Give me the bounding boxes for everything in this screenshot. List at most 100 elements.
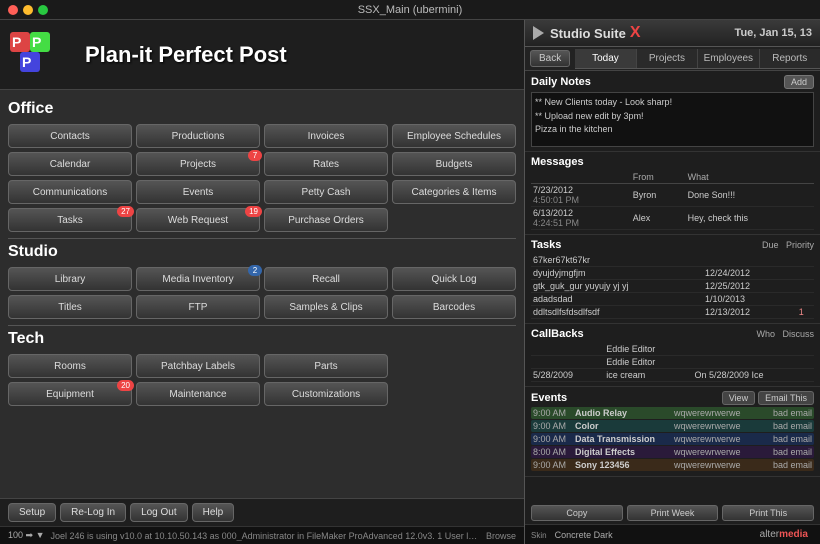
- messages-section: Messages From What 7/23/20124:50:01 PMBy…: [525, 152, 820, 235]
- office-btn-productions[interactable]: Productions: [136, 124, 260, 148]
- task-row[interactable]: gtk_guk_gur yuyujy yj yj12/25/2012: [531, 280, 814, 293]
- callback-row[interactable]: 5/28/2009ice creamOn 5/28/2009 Ice: [531, 369, 814, 382]
- event-row[interactable]: 9:00 AMSony 123456wqwerewrwerwebad email: [531, 459, 814, 471]
- logout-button[interactable]: Log Out: [130, 503, 188, 522]
- task-row[interactable]: 67ker67kt67kr: [531, 254, 814, 267]
- nav-tabs: Today Projects Employees Reports: [575, 49, 820, 69]
- office-btn-rates[interactable]: Rates: [264, 152, 388, 176]
- tech-btn-equipment[interactable]: Equipment20: [8, 382, 132, 406]
- add-daily-note-button[interactable]: Add: [784, 75, 814, 89]
- status-bar: 100 ➡ ▼ Joel 246 is using v10.0 at 10.10…: [0, 526, 524, 544]
- studio-btn-ftp[interactable]: FTP: [136, 295, 260, 319]
- studio-btn-media-inventory[interactable]: Media Inventory2: [136, 267, 260, 291]
- studio-btn-samples-&-clips[interactable]: Samples & Clips: [264, 295, 388, 319]
- task-row[interactable]: adadsdad1/10/2013: [531, 293, 814, 306]
- task-row[interactable]: dyujdyjmgfjm12/24/2012: [531, 267, 814, 280]
- studio-btn-titles[interactable]: Titles: [8, 295, 132, 319]
- studio-btn-quick-log[interactable]: Quick Log: [392, 267, 516, 291]
- events-email-button[interactable]: Email This: [758, 391, 814, 405]
- studio-btn-recall[interactable]: Recall: [264, 267, 388, 291]
- tech-btn-maintenance[interactable]: Maintenance: [136, 382, 260, 406]
- event-row[interactable]: 9:00 AMColorwqwerewrwerwebad email: [531, 420, 814, 432]
- close-button[interactable]: [8, 5, 18, 15]
- msg-col-what: What: [686, 171, 814, 184]
- message-row[interactable]: 6/13/20124:24:51 PMAlexHey, check this: [531, 207, 814, 230]
- office-btn-budgets[interactable]: Budgets: [392, 152, 516, 176]
- office-btn-calendar[interactable]: Calendar: [8, 152, 132, 176]
- tech-button-grid: RoomsPatchbay LabelsParts Equipment20Main…: [8, 354, 516, 406]
- office-btn-invoices[interactable]: Invoices: [264, 124, 388, 148]
- back-button[interactable]: Back: [530, 50, 570, 67]
- tab-today[interactable]: Today: [575, 49, 636, 68]
- callback-row[interactable]: Eddie Editor: [531, 356, 814, 369]
- tech-btn-parts[interactable]: Parts: [264, 354, 388, 378]
- app-title: Plan-it Perfect Post: [85, 42, 287, 68]
- office-btn-purchase-orders[interactable]: Purchase Orders: [264, 208, 388, 232]
- tasks-section: Tasks Due Priority 67ker67kt67krdyujdyjm…: [525, 235, 820, 324]
- tech-btn-customizations[interactable]: Customizations: [264, 382, 388, 406]
- office-btn-contacts[interactable]: Contacts: [8, 124, 132, 148]
- office-btn-categories-and-items[interactable]: Categories & Items: [392, 180, 516, 204]
- events-footer: Copy Print Week Print This: [525, 502, 820, 524]
- callbacks-table: Eddie EditorEddie Editor5/28/2009ice cre…: [531, 343, 814, 382]
- office-btn-tasks[interactable]: Tasks27: [8, 208, 132, 232]
- studio-x: X: [630, 24, 641, 42]
- browse-mode: Browse: [486, 531, 516, 541]
- tech-btn-patchbay-labels[interactable]: Patchbay Labels: [136, 354, 260, 378]
- studio-date: Tue, Jan 15, 13: [735, 27, 812, 39]
- event-row[interactable]: 9:00 AMData Transmissionwqwerewrwerwebad…: [531, 433, 814, 445]
- callback-row[interactable]: Eddie Editor: [531, 343, 814, 356]
- copy-button[interactable]: Copy: [531, 505, 623, 521]
- divider-1: [8, 238, 516, 239]
- message-row[interactable]: 7/23/20124:50:01 PMByronDone Son!!!: [531, 184, 814, 207]
- svg-text:P: P: [32, 34, 41, 50]
- divider-2: [8, 325, 516, 326]
- office-btn-projects[interactable]: Projects7: [136, 152, 260, 176]
- main-content: Office ContactsProductionsInvoicesEmploy…: [0, 90, 524, 498]
- zoom-level: 100 ➡ ▼: [8, 530, 44, 541]
- tech-section-title: Tech: [8, 330, 516, 348]
- studio-btn-library[interactable]: Library: [8, 267, 132, 291]
- minimize-button[interactable]: [23, 5, 33, 15]
- status-info: Joel 246 is using v10.0 at 10.10.50.143 …: [50, 531, 480, 541]
- studio-button-grid: LibraryMedia Inventory2RecallQuick Log Ti…: [8, 267, 516, 319]
- tab-projects[interactable]: Projects: [637, 49, 698, 68]
- daily-notes-content: ** New Clients today - Look sharp!** Upl…: [531, 92, 814, 147]
- tab-employees[interactable]: Employees: [698, 49, 759, 68]
- task-row[interactable]: ddltsdlfsfdsdlfsdf12/13/20121: [531, 306, 814, 319]
- events-section: Events View Email This 9:00 AMAudio Rela…: [525, 387, 820, 477]
- titlebar: SSX_Main (ubermini): [0, 0, 820, 20]
- branding: alter media: [754, 527, 814, 542]
- studio-btn-barcodes[interactable]: Barcodes: [392, 295, 516, 319]
- studio-suite-title: Studio Suite: [550, 26, 626, 41]
- skin-label: Skin: [531, 531, 547, 540]
- studio-section-title: Studio: [8, 243, 516, 261]
- setup-button[interactable]: Setup: [8, 503, 56, 522]
- event-row[interactable]: 8:00 AMDigital Effectswqwerewrwerwebad e…: [531, 446, 814, 458]
- alter-text: alter: [760, 529, 779, 540]
- event-row[interactable]: 9:00 AMAudio Relaywqwerewrwerwebad email: [531, 407, 814, 419]
- nav-row: Back Today Projects Employees Reports: [525, 47, 820, 71]
- office-btn-web-request[interactable]: Web Request19: [136, 208, 260, 232]
- callbacks-section: CallBacks Who Discuss Eddie EditorEddie …: [525, 324, 820, 387]
- tech-btn-rooms[interactable]: Rooms: [8, 354, 132, 378]
- tasks-table: 67ker67kt67krdyujdyjmgfjm12/24/2012gtk_g…: [531, 254, 814, 319]
- office-btn-events[interactable]: Events: [136, 180, 260, 204]
- maximize-button[interactable]: [38, 5, 48, 15]
- media-text: media: [779, 529, 808, 540]
- svg-text:P: P: [22, 54, 31, 70]
- events-list: 9:00 AMAudio Relaywqwerewrwerwebad email…: [531, 407, 814, 471]
- office-btn-employee-schedules[interactable]: Employee Schedules: [392, 124, 516, 148]
- office-button-grid: ContactsProductionsInvoicesEmployee Sche…: [8, 124, 516, 232]
- zoom-value: 100: [8, 530, 23, 540]
- print-week-button[interactable]: Print Week: [627, 505, 719, 521]
- office-btn-communications[interactable]: Communications: [8, 180, 132, 204]
- relog-button[interactable]: Re-Log In: [60, 503, 126, 522]
- tab-reports[interactable]: Reports: [760, 49, 820, 68]
- svg-text:P: P: [12, 34, 21, 50]
- events-view-button[interactable]: View: [722, 391, 755, 405]
- window-title: SSX_Main (ubermini): [358, 4, 463, 16]
- office-btn-petty-cash[interactable]: Petty Cash: [264, 180, 388, 204]
- help-button[interactable]: Help: [192, 503, 235, 522]
- print-this-button[interactable]: Print This: [722, 505, 814, 521]
